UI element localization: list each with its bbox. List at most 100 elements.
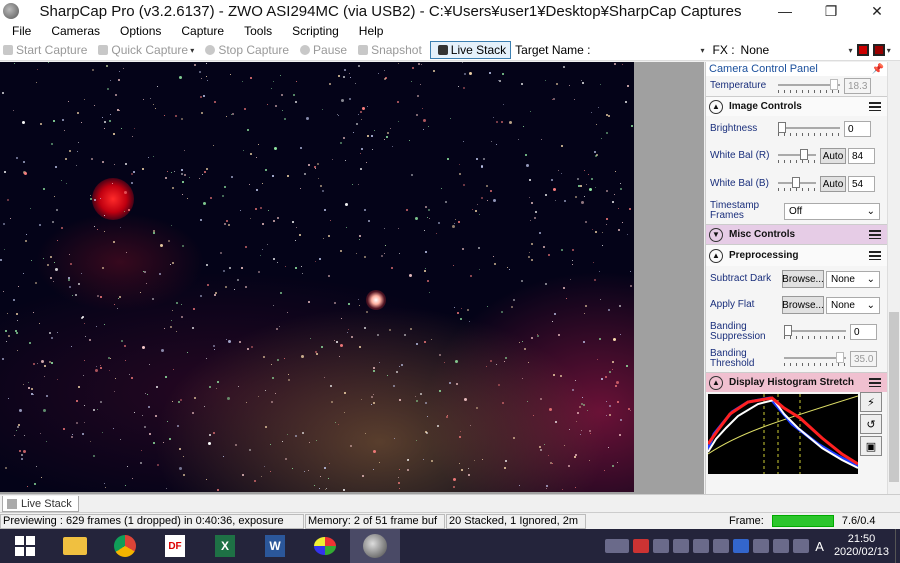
star — [182, 181, 184, 183]
misc-controls-group[interactable]: ▼ Misc Controls — [706, 224, 887, 244]
apply-flat-browse-button[interactable]: Browse... — [782, 296, 824, 314]
notification-icon[interactable] — [773, 539, 790, 553]
subtract-dark-browse-button[interactable]: Browse... — [782, 270, 824, 288]
white-bal-r-value[interactable]: 84 — [848, 148, 875, 164]
menu-options[interactable]: Options — [108, 24, 169, 38]
menu-file[interactable]: File — [0, 24, 39, 38]
lightning-icon[interactable]: ⚡ — [860, 392, 882, 412]
star — [556, 83, 558, 85]
expand-down-icon[interactable]: ▼ — [709, 227, 723, 242]
pause-button[interactable]: Pause — [297, 43, 347, 57]
hamburger-menu-icon[interactable] — [869, 230, 881, 239]
panel-scroll-thumb[interactable] — [889, 312, 899, 482]
taskbar-sharpcap[interactable] — [350, 529, 400, 563]
star — [282, 441, 283, 442]
menu-cameras[interactable]: Cameras — [39, 24, 108, 38]
menu-capture[interactable]: Capture — [169, 24, 232, 38]
timestamp-dropdown[interactable]: Off ⌄ — [784, 202, 880, 220]
collapse-up-icon[interactable]: ▲ — [709, 248, 723, 263]
star — [64, 130, 65, 131]
star — [606, 218, 608, 220]
show-desktop-button[interactable] — [895, 529, 900, 563]
taskbar-chrome[interactable] — [100, 529, 150, 563]
quick-capture-button[interactable]: Quick Capture ▾ — [95, 43, 194, 57]
restore-button[interactable]: ❐ — [808, 0, 854, 22]
live-stack-button[interactable]: Live Stack — [429, 41, 512, 59]
histogram-plot[interactable] — [708, 394, 858, 474]
start-button[interactable] — [0, 529, 50, 563]
pdf-tray-icon[interactable] — [633, 539, 650, 553]
brightness-value[interactable]: 0 — [844, 121, 871, 137]
star — [487, 200, 488, 201]
live-stack-image — [0, 62, 634, 492]
star — [141, 450, 142, 451]
target-name-combo[interactable]: ▾ — [595, 46, 705, 55]
fx-combo[interactable]: None ▾ — [741, 43, 853, 57]
fx-cross-icon[interactable] — [872, 44, 885, 56]
menu-tools[interactable]: Tools — [232, 24, 280, 38]
star — [329, 463, 330, 464]
white-bal-b-auto-button[interactable]: Auto — [820, 176, 846, 192]
volume-icon[interactable] — [713, 539, 730, 553]
star — [159, 273, 161, 275]
battery-icon[interactable] — [693, 539, 710, 553]
star — [204, 171, 206, 173]
taskbar-word[interactable]: W — [250, 529, 300, 563]
hamburger-menu-icon[interactable] — [869, 102, 881, 111]
display-icon[interactable] — [793, 539, 810, 553]
keyboard-icon[interactable] — [605, 539, 630, 553]
star — [123, 68, 124, 69]
network-tray-icon[interactable] — [673, 539, 690, 553]
pin-icon[interactable]: 📌 — [872, 64, 884, 75]
banding-suppression-value[interactable]: 0 — [850, 324, 877, 340]
taskbar-pdf[interactable]: DF — [150, 529, 200, 563]
start-capture-button[interactable]: Start Capture — [0, 43, 87, 57]
bluetooth-icon[interactable] — [733, 539, 750, 553]
taskbar-file-explorer[interactable] — [50, 529, 100, 563]
snapshot-button[interactable]: Snapshot — [355, 43, 422, 57]
subtract-dark-dropdown[interactable]: None ⌄ — [826, 270, 880, 288]
star — [178, 401, 180, 403]
histogram-group[interactable]: ▲ Display Histogram Stretch — [706, 372, 887, 392]
stop-capture-button[interactable]: Stop Capture — [202, 43, 289, 57]
tab-live-stack[interactable]: Live Stack — [2, 496, 79, 512]
star — [249, 184, 250, 185]
close-button[interactable]: ✕ — [854, 0, 900, 22]
menu-help[interactable]: Help — [347, 24, 392, 38]
wifi-icon[interactable] — [753, 539, 770, 553]
hamburger-menu-icon[interactable] — [869, 378, 881, 387]
white-bal-r-auto-button[interactable]: Auto — [820, 148, 846, 164]
apply-flat-dropdown[interactable]: None ⌄ — [826, 296, 880, 314]
star — [181, 118, 183, 120]
banding-suppression-slider[interactable] — [784, 325, 846, 339]
star — [181, 316, 183, 318]
white-bal-b-slider[interactable] — [778, 177, 816, 191]
brightness-slider[interactable] — [778, 122, 840, 136]
menu-scripting[interactable]: Scripting — [280, 24, 347, 38]
preprocessing-group[interactable]: ▲ Preprocessing — [706, 244, 887, 266]
white-bal-b-value[interactable]: 54 — [848, 176, 875, 192]
ime-mode-indicator[interactable]: A — [815, 539, 824, 554]
clock[interactable]: 21:50 2020/02/13 — [834, 533, 889, 559]
image-viewer[interactable] — [0, 62, 704, 494]
minimize-button[interactable]: — — [762, 0, 808, 22]
hamburger-menu-icon[interactable] — [869, 251, 881, 260]
star — [250, 218, 251, 219]
star — [373, 402, 375, 404]
white-bal-r-slider[interactable] — [778, 149, 816, 163]
fx-extra-dropdown-icon[interactable]: ▾ — [885, 46, 891, 55]
star — [412, 67, 414, 69]
fx-red-icon[interactable] — [856, 44, 869, 56]
save-icon[interactable]: ▣ — [860, 436, 882, 456]
collapse-up-icon[interactable]: ▲ — [709, 375, 723, 390]
star — [49, 332, 51, 334]
taskbar-excel[interactable]: X — [200, 529, 250, 563]
quick-capture-dropdown-icon[interactable]: ▾ — [188, 46, 194, 55]
taskbar-paint[interactable] — [300, 529, 350, 563]
panel-scrollbar[interactable] — [887, 62, 900, 494]
image-controls-group[interactable]: ▲ Image Controls — [706, 96, 887, 116]
collapse-up-icon[interactable]: ▲ — [709, 99, 723, 114]
ime-tray-icon[interactable] — [653, 539, 670, 553]
reset-icon[interactable]: ↺ — [860, 414, 882, 434]
star — [181, 304, 182, 305]
